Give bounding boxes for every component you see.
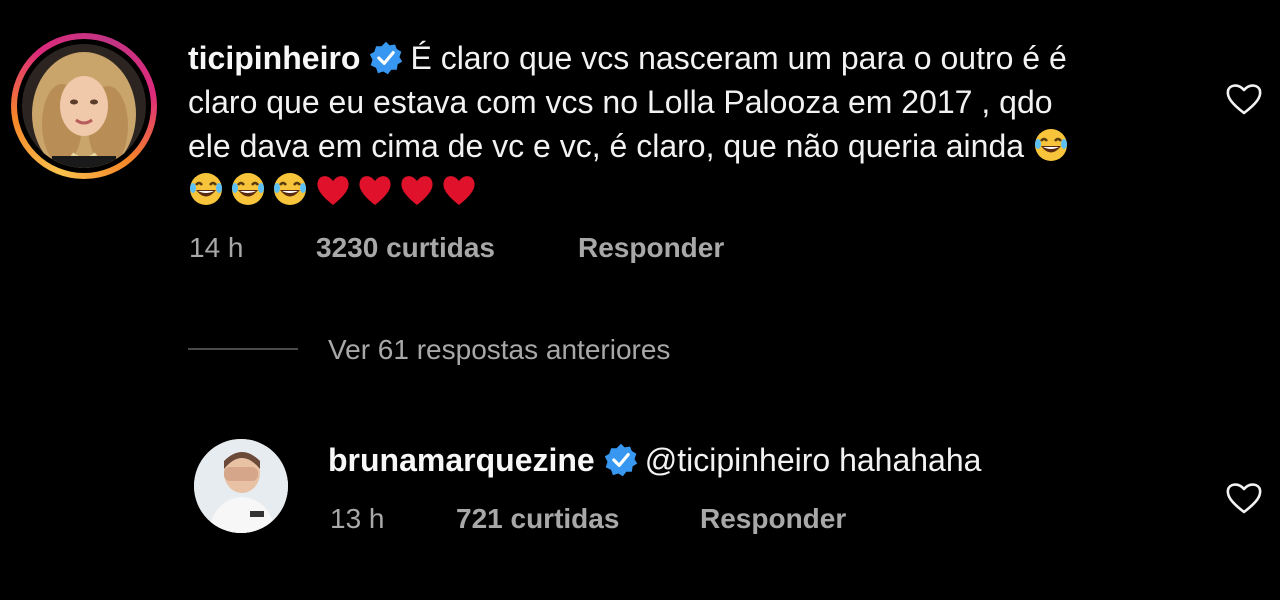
comment-time: 14 h <box>189 232 244 263</box>
avatar[interactable] <box>22 44 146 168</box>
reply-avatar[interactable] <box>194 439 288 533</box>
red-heart-emoji-icon <box>317 176 349 205</box>
laughing-emoji-icon <box>190 173 222 205</box>
red-heart-emoji-icon <box>359 176 391 205</box>
verified-badge-icon <box>370 41 403 75</box>
likes-count: 3230 curtidas <box>316 232 495 263</box>
comment-username[interactable]: ticipinheiro <box>188 40 360 76</box>
comments-view: ticipinheiro É claro que vcs nasceram um… <box>0 0 1280 600</box>
likes-count: 721 curtidas <box>456 503 620 534</box>
reply-label: Responder <box>578 232 725 263</box>
red-heart-emoji-icon <box>443 176 475 205</box>
mention-link[interactable]: @ticipinheiro <box>645 442 830 478</box>
comment-text: ticipinheiro É claro que vcs nasceram um… <box>188 36 1188 212</box>
reply-button[interactable]: Responder <box>700 503 846 535</box>
red-heart-emoji-icon <box>401 176 433 205</box>
comment-line-3: ele dava em cima de vc e vc, é claro, qu… <box>188 128 1025 164</box>
view-replies-button[interactable]: Ver 61 respostas anteriores <box>328 334 670 366</box>
comment-likes[interactable]: 3230 curtidas <box>316 232 495 264</box>
reply-username[interactable]: brunamarquezine <box>328 442 595 478</box>
reply-message: hahahaha <box>839 442 982 478</box>
reply-button[interactable]: Responder <box>578 232 724 264</box>
reply-time: 13 h <box>330 503 385 534</box>
heart-outline-icon[interactable] <box>1225 481 1263 515</box>
story-ring[interactable] <box>11 33 157 179</box>
heart-outline-icon[interactable] <box>1225 82 1263 116</box>
reply-label: Responder <box>700 503 847 534</box>
divider <box>188 348 298 350</box>
verified-badge-icon <box>604 443 637 477</box>
comment-line-2: claro que eu estava com vcs no Lolla Pal… <box>188 84 1053 120</box>
laughing-emoji-icon <box>232 173 264 205</box>
reply-text: brunamarquezine @ticipinheiro hahahaha <box>328 438 981 482</box>
reply-likes[interactable]: 721 curtidas <box>456 503 619 535</box>
laughing-emoji-icon <box>274 173 306 205</box>
laughing-emoji-icon <box>1034 129 1067 161</box>
emoji-row <box>188 172 482 208</box>
comment-line-1: É claro que vcs nasceram um para o outro… <box>410 40 1067 76</box>
